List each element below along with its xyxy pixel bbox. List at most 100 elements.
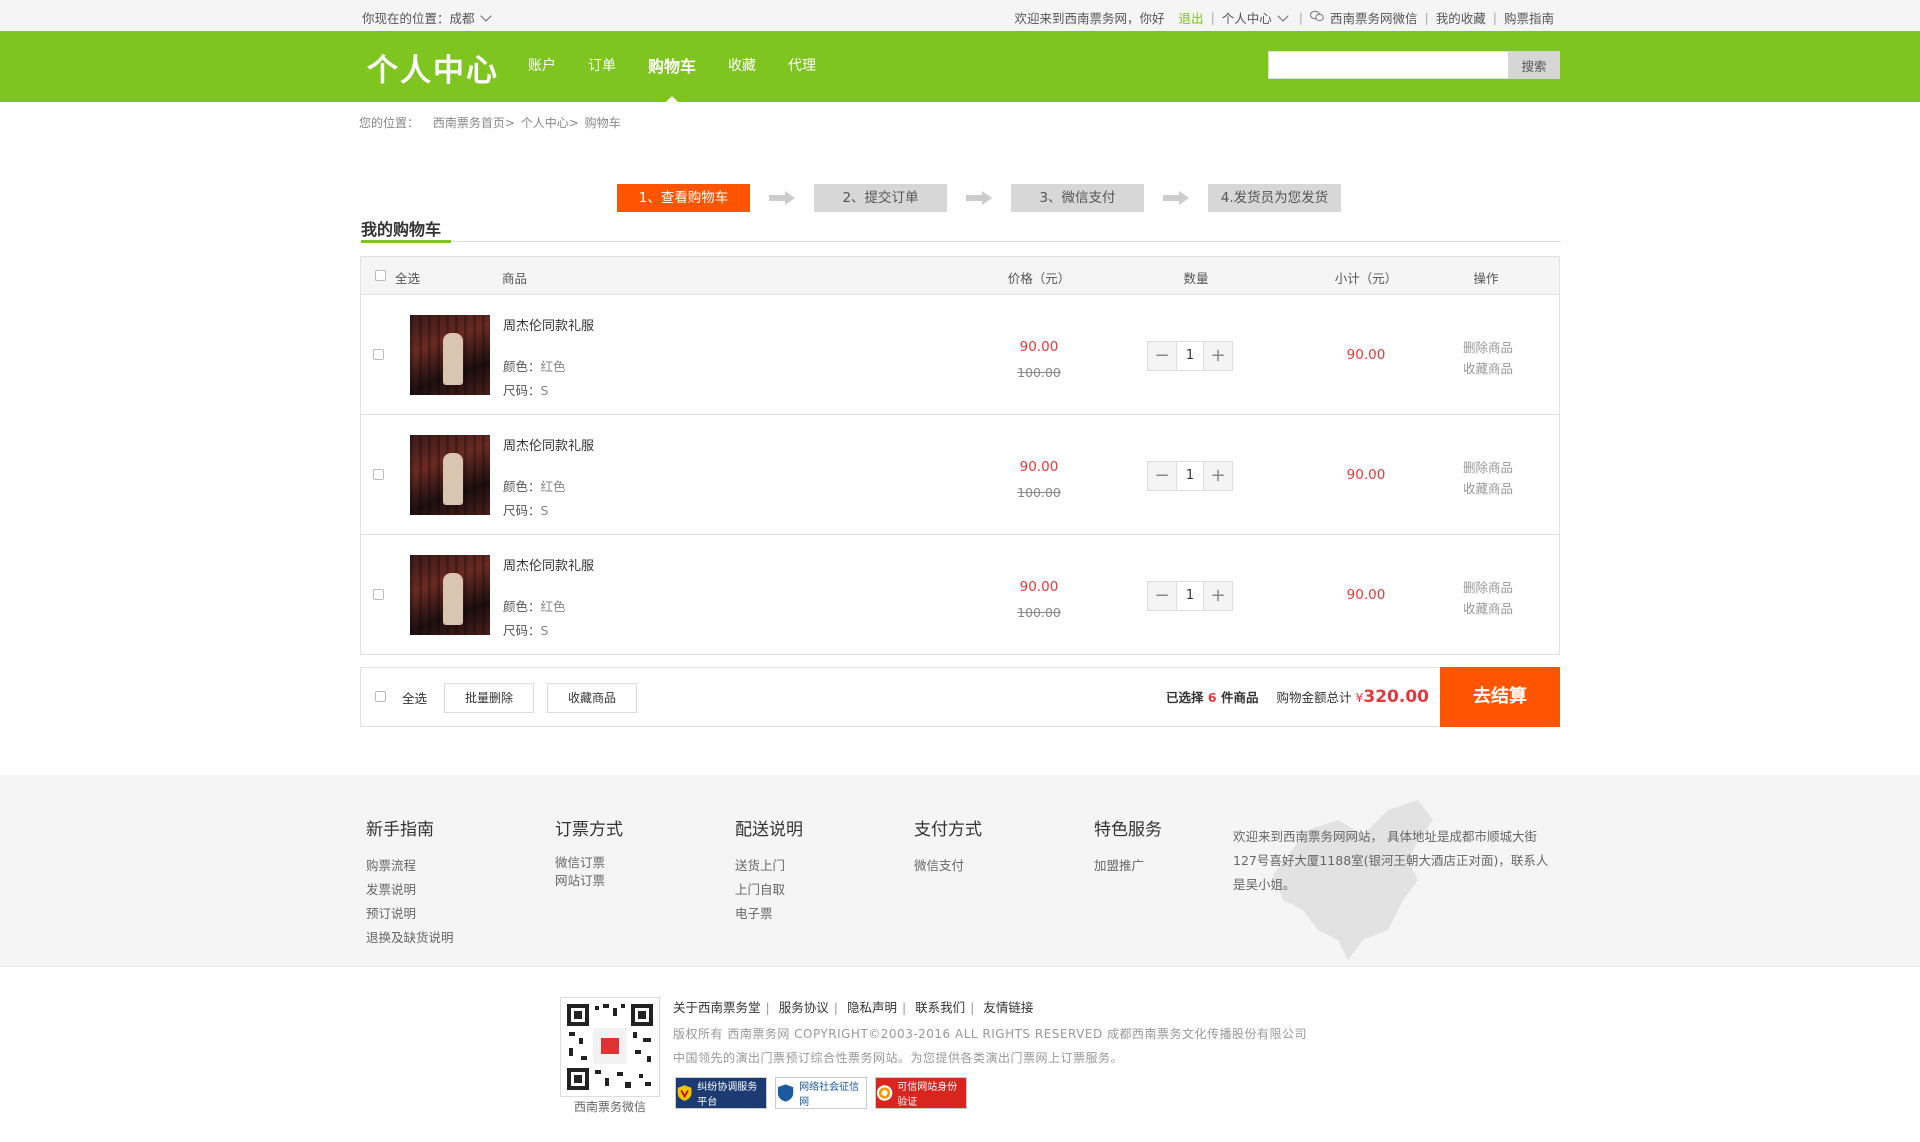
search-button[interactable]: 搜索 xyxy=(1508,51,1560,79)
batch-delete-button[interactable]: 批量删除 xyxy=(444,683,535,713)
nav-favorites[interactable]: 收藏 xyxy=(728,31,756,102)
about-link[interactable]: 关于西南票务堂 xyxy=(673,1000,761,1015)
footer-link[interactable]: 购票流程 xyxy=(366,854,454,878)
favorite-item-link[interactable]: 收藏商品 xyxy=(1463,361,1513,376)
arrow-right-icon xyxy=(1144,191,1208,205)
divider xyxy=(361,241,1561,242)
copyright-text: 版权所有 西南票务网 COPYRIGHT©2003-2016 ALL RIGHT… xyxy=(673,1027,1308,1041)
table-row: 周杰伦同款礼服 颜色：红色 尺码：S 90.00 100.00 − 1 + 90… xyxy=(361,535,1559,654)
nav-agent[interactable]: 代理 xyxy=(788,31,816,102)
search-input[interactable] xyxy=(1268,51,1508,79)
breadcrumb-user-center[interactable]: 个人中心 xyxy=(521,116,569,130)
breadcrumb: 您的位置： 西南票务首页> 个人中心> 购物车 xyxy=(359,114,623,131)
nav-cart[interactable]: 购物车 xyxy=(648,31,696,103)
nav-orders[interactable]: 订单 xyxy=(588,31,616,102)
product-name[interactable]: 周杰伦同款礼服 xyxy=(503,435,594,454)
row-checkbox[interactable] xyxy=(373,469,384,480)
credit-badge-icon[interactable]: 网络社会征信网 xyxy=(775,1077,867,1109)
minus-button[interactable]: − xyxy=(1148,342,1176,370)
selected-prefix: 已选择 xyxy=(1166,690,1204,705)
size-label: 尺码： xyxy=(503,503,541,518)
logo[interactable]: 个人中心 xyxy=(367,45,499,90)
unit-price: 90.00 xyxy=(1019,339,1059,355)
footer-link[interactable]: 微信支付 xyxy=(914,854,982,878)
footer-link[interactable]: 微信订票 xyxy=(555,854,623,872)
footer-link[interactable]: 电子票 xyxy=(735,902,803,926)
footer-link[interactable]: 退换及缺货说明 xyxy=(366,926,454,950)
product-image[interactable] xyxy=(410,435,490,515)
logout-link[interactable]: 退出 xyxy=(1179,8,1204,27)
location-selector[interactable]: 你现在的位置：成都 xyxy=(362,8,492,27)
quantity-value[interactable]: 1 xyxy=(1176,462,1204,490)
favorites-link[interactable]: 我的收藏 xyxy=(1436,8,1486,27)
footer-link[interactable]: 送货上门 xyxy=(735,854,803,878)
total-label: 购物金额总计 xyxy=(1276,690,1352,705)
quantity-stepper: − 1 + xyxy=(1147,341,1233,371)
dispute-badge-icon[interactable]: 纠纷协调服务平台 xyxy=(675,1077,767,1109)
title-underline xyxy=(361,240,451,243)
breadcrumb-label: 您的位置： xyxy=(359,116,420,130)
delete-item-link[interactable]: 删除商品 xyxy=(1463,460,1513,475)
badge-label: 网络社会征信网 xyxy=(799,1082,860,1108)
user-center-menu[interactable]: 个人中心 xyxy=(1221,8,1289,27)
nav-account[interactable]: 账户 xyxy=(528,31,556,102)
quantity-value[interactable]: 1 xyxy=(1176,582,1204,610)
favorite-selected-button[interactable]: 收藏商品 xyxy=(547,683,638,713)
product-name[interactable]: 周杰伦同款礼服 xyxy=(503,315,594,334)
footer-link[interactable]: 网站订票 xyxy=(555,872,623,890)
minus-button[interactable]: − xyxy=(1148,462,1176,490)
footer-col-title: 配送说明 xyxy=(735,820,803,840)
product-image[interactable] xyxy=(410,555,490,635)
footer-col-services: 特色服务 加盟推广 xyxy=(1094,815,1162,878)
product-image[interactable] xyxy=(410,315,490,395)
separator: | xyxy=(1424,10,1429,25)
footer-link[interactable]: 预订说明 xyxy=(366,902,454,926)
table-row: 周杰伦同款礼服 颜色：红色 尺码：S 90.00 100.00 − 1 + 90… xyxy=(361,295,1559,415)
unit-price: 90.00 xyxy=(1019,579,1059,595)
welcome-text: 欢迎来到西南票务网，你好 xyxy=(1014,11,1165,26)
friend-links[interactable]: 友情链接 xyxy=(983,1000,1033,1015)
contact-link[interactable]: 联系我们 xyxy=(915,1000,965,1015)
terms-link[interactable]: 服务协议 xyxy=(779,1000,829,1015)
favorite-item-link[interactable]: 收藏商品 xyxy=(1463,481,1513,496)
breadcrumb-home[interactable]: 西南票务首页 xyxy=(433,116,505,130)
wechat-link[interactable]: 西南票务网微信 xyxy=(1330,8,1418,27)
copyright-area: 西南票务微信 关于西南票务堂 | 服务协议 | 隐私声明 | 联系我们 | 友情链接 版… xyxy=(0,967,1920,1142)
delete-item-link[interactable]: 删除商品 xyxy=(1463,340,1513,355)
footer-link[interactable]: 上门自取 xyxy=(735,878,803,902)
user-center-label: 个人中心 xyxy=(1221,11,1272,26)
footer-col-delivery: 配送说明 送货上门 上门自取 电子票 xyxy=(735,815,803,926)
footer: 新手指南 购票流程 发票说明 预订说明 退换及缺货说明 订票方式 微信订票 网站… xyxy=(0,775,1920,967)
cart-table: 全选 商品 价格（元） 数量 小计（元） 操作 周杰伦同款礼服 颜色：红色 尺码… xyxy=(360,256,1560,655)
select-all-checkbox[interactable] xyxy=(375,691,386,702)
separator: | xyxy=(1298,10,1304,25)
subtotal: 90.00 xyxy=(1346,467,1386,483)
original-price: 100.00 xyxy=(1017,605,1061,620)
plus-button[interactable]: + xyxy=(1204,342,1232,370)
separator: | xyxy=(901,1000,907,1015)
quantity-value[interactable]: 1 xyxy=(1176,342,1204,370)
row-checkbox[interactable] xyxy=(373,349,384,360)
color-value: 红色 xyxy=(540,599,566,614)
product-name[interactable]: 周杰伦同款礼服 xyxy=(503,555,594,574)
plus-button[interactable]: + xyxy=(1204,462,1232,490)
select-all-checkbox[interactable] xyxy=(375,270,386,281)
minus-button[interactable]: − xyxy=(1148,582,1176,610)
guide-link[interactable]: 购票指南 xyxy=(1504,8,1554,27)
separator: | xyxy=(970,1000,975,1015)
row-checkbox[interactable] xyxy=(373,589,384,600)
checkout-button[interactable]: 去结算 xyxy=(1440,667,1560,727)
delete-item-link[interactable]: 删除商品 xyxy=(1463,580,1513,595)
size-value: S xyxy=(540,623,549,638)
footer-col-booking: 订票方式 微信订票 网站订票 xyxy=(555,815,623,890)
trusted-site-badge-icon[interactable]: 可信网站身份验证 xyxy=(875,1077,967,1109)
header-select-all: 全选 xyxy=(395,271,421,286)
subtotal: 90.00 xyxy=(1346,347,1386,363)
favorite-item-link[interactable]: 收藏商品 xyxy=(1463,601,1513,616)
privacy-link[interactable]: 隐私声明 xyxy=(847,1000,897,1015)
footer-link[interactable]: 加盟推广 xyxy=(1094,854,1162,878)
subtotal: 90.00 xyxy=(1346,587,1386,603)
footer-link[interactable]: 发票说明 xyxy=(366,878,454,902)
plus-button[interactable]: + xyxy=(1204,582,1232,610)
original-price: 100.00 xyxy=(1017,365,1061,380)
